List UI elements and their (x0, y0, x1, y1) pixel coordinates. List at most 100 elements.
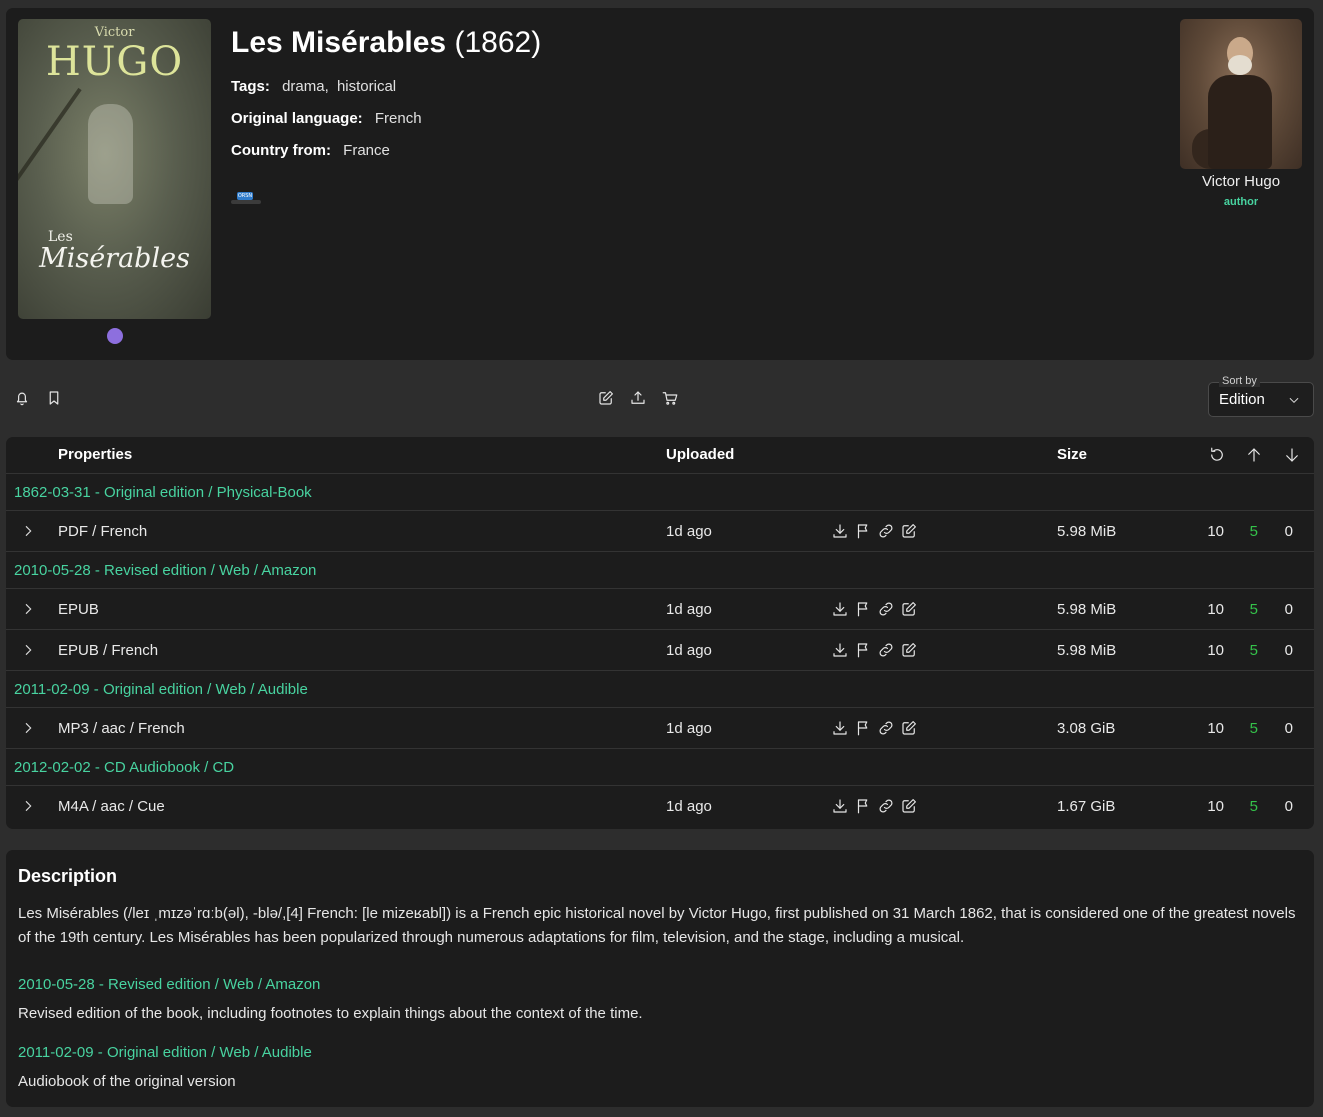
edition-note-text: Revised edition of the book, including f… (18, 1005, 643, 1022)
sort-value: Edition (1219, 391, 1265, 408)
row-uploaded: 1d ago (666, 642, 712, 659)
edit-icon[interactable] (899, 521, 918, 540)
row-uploaded: 1d ago (666, 720, 712, 737)
edition-group-title[interactable]: 2011-02-09 - Original edition / Web / Au… (14, 671, 308, 708)
flag-icon[interactable] (853, 640, 872, 659)
row-count-up: 5 (1249, 523, 1258, 540)
chevron-right-icon[interactable] (20, 523, 36, 539)
row-count-down: 0 (1284, 798, 1293, 815)
row-size: 5.98 MiB (1057, 601, 1117, 618)
chevron-right-icon[interactable] (20, 798, 36, 814)
chevron-right-icon[interactable] (20, 642, 36, 658)
row-count-total: 10 (1207, 642, 1224, 659)
country-row: Country from: France (231, 142, 390, 159)
table-row[interactable]: M4A / aac / Cue 1d ago 1.67 GiB 10 5 0 (6, 785, 1314, 826)
chevron-right-icon[interactable] (20, 720, 36, 736)
download-icon[interactable] (830, 796, 849, 815)
tags-row: Tags: drama, historical (231, 78, 396, 95)
badge-chip: ORSN (237, 192, 253, 200)
edit-icon[interactable] (899, 796, 918, 815)
cover-name-text: HUGO (45, 39, 184, 85)
row-actions (830, 718, 918, 737)
edition-note-title[interactable]: 2010-05-28 - Revised edition / Web / Ama… (18, 976, 320, 993)
flag-icon[interactable] (853, 796, 872, 815)
row-uploaded: 1d ago (666, 523, 712, 540)
page-title: Les Misérables (1862) (231, 26, 541, 60)
row-count-down: 0 (1284, 642, 1293, 659)
row-actions (830, 599, 918, 618)
download-icon[interactable] (830, 640, 849, 659)
tags-label: Tags: (231, 78, 270, 95)
badge-bar (231, 200, 261, 204)
edit-icon[interactable] (899, 599, 918, 618)
chevron-right-icon[interactable] (20, 601, 36, 617)
edition-group-row: 2011-02-09 - Original edition / Web / Au… (6, 670, 1314, 707)
link-icon[interactable] (876, 640, 895, 659)
row-size: 1.67 GiB (1057, 798, 1116, 815)
upload-icon[interactable] (626, 386, 650, 410)
cart-icon[interactable] (658, 386, 682, 410)
flag-icon[interactable] (853, 521, 872, 540)
arrow-down-icon[interactable] (1280, 443, 1304, 467)
country-value: France (343, 142, 390, 159)
edition-group-title[interactable]: 2010-05-28 - Revised edition / Web / Ama… (14, 552, 316, 589)
row-count-total: 10 (1207, 523, 1224, 540)
row-count-up: 5 (1249, 798, 1258, 815)
refresh-icon[interactable] (1205, 443, 1229, 467)
edit-icon[interactable] (594, 386, 618, 410)
edition-group-row: 2010-05-28 - Revised edition / Web / Ama… (6, 551, 1314, 588)
table-row[interactable]: PDF / French 1d ago 5.98 MiB 10 5 0 (6, 510, 1314, 551)
notify-bell-icon[interactable] (10, 386, 34, 410)
row-count-down: 0 (1284, 720, 1293, 737)
edit-icon[interactable] (899, 718, 918, 737)
header-size[interactable]: Size (1057, 437, 1087, 473)
edit-icon[interactable] (899, 640, 918, 659)
row-count-down: 0 (1284, 523, 1293, 540)
bookmark-icon[interactable] (42, 386, 66, 410)
download-icon[interactable] (830, 718, 849, 737)
cover-title-text: Misérables (39, 243, 190, 274)
header-uploaded[interactable]: Uploaded (666, 437, 734, 473)
link-icon[interactable] (876, 599, 895, 618)
flag-icon[interactable] (853, 599, 872, 618)
portrait-beard (1228, 55, 1252, 75)
author-portrait[interactable] (1180, 19, 1302, 169)
description-heading: Description (18, 866, 118, 886)
download-icon[interactable] (830, 599, 849, 618)
row-size: 5.98 MiB (1057, 523, 1117, 540)
sort-select[interactable]: Sort by Edition (1208, 375, 1314, 417)
tag-drama[interactable]: drama, (282, 78, 329, 95)
country-label: Country from: (231, 142, 331, 159)
tag-historical[interactable]: historical (337, 78, 396, 95)
sort-label: Sort by (1219, 375, 1260, 387)
row-properties: MP3 / aac / French (58, 720, 185, 737)
row-actions (830, 796, 918, 815)
row-actions (830, 521, 918, 540)
arrow-up-icon[interactable] (1242, 443, 1266, 467)
link-icon[interactable] (876, 521, 895, 540)
link-icon[interactable] (876, 718, 895, 737)
header-properties[interactable]: Properties (58, 437, 132, 473)
author-name[interactable]: Victor Hugo (1180, 173, 1302, 190)
table-row[interactable]: MP3 / aac / French 1d ago 3.08 GiB 10 5 … (6, 707, 1314, 748)
row-size: 5.98 MiB (1057, 642, 1117, 659)
link-icon[interactable] (876, 796, 895, 815)
language-label: Original language: (231, 110, 363, 127)
download-icon[interactable] (830, 521, 849, 540)
edition-group-title[interactable]: 1862-03-31 - Original edition / Physical… (14, 474, 312, 511)
language-row: Original language: French (231, 110, 422, 127)
table-row[interactable]: EPUB / French 1d ago 5.98 MiB 10 5 0 (6, 629, 1314, 670)
row-count-total: 10 (1207, 601, 1224, 618)
editions-table: Properties Uploaded Size 1862-03-31 - Or… (6, 437, 1314, 829)
edition-group-title[interactable]: 2012-02-02 - CD Audiobook / CD (14, 749, 234, 786)
description-text: Les Misérables (/leɪ ˌmɪzəˈrɑːb(əl), -bl… (18, 905, 1296, 946)
flag-icon[interactable] (853, 718, 872, 737)
book-cover-image[interactable]: Victor HUGO Les Misérables (18, 19, 211, 319)
edition-note-title[interactable]: 2011-02-09 - Original edition / Web / Au… (18, 1044, 312, 1061)
book-year: (1862) (454, 26, 542, 59)
row-uploaded: 1d ago (666, 601, 712, 618)
edition-group-row: 1862-03-31 - Original edition / Physical… (6, 473, 1314, 510)
table-row[interactable]: EPUB 1d ago 5.98 MiB 10 5 0 (6, 588, 1314, 629)
row-count-total: 10 (1207, 798, 1224, 815)
row-count-up: 5 (1249, 720, 1258, 737)
